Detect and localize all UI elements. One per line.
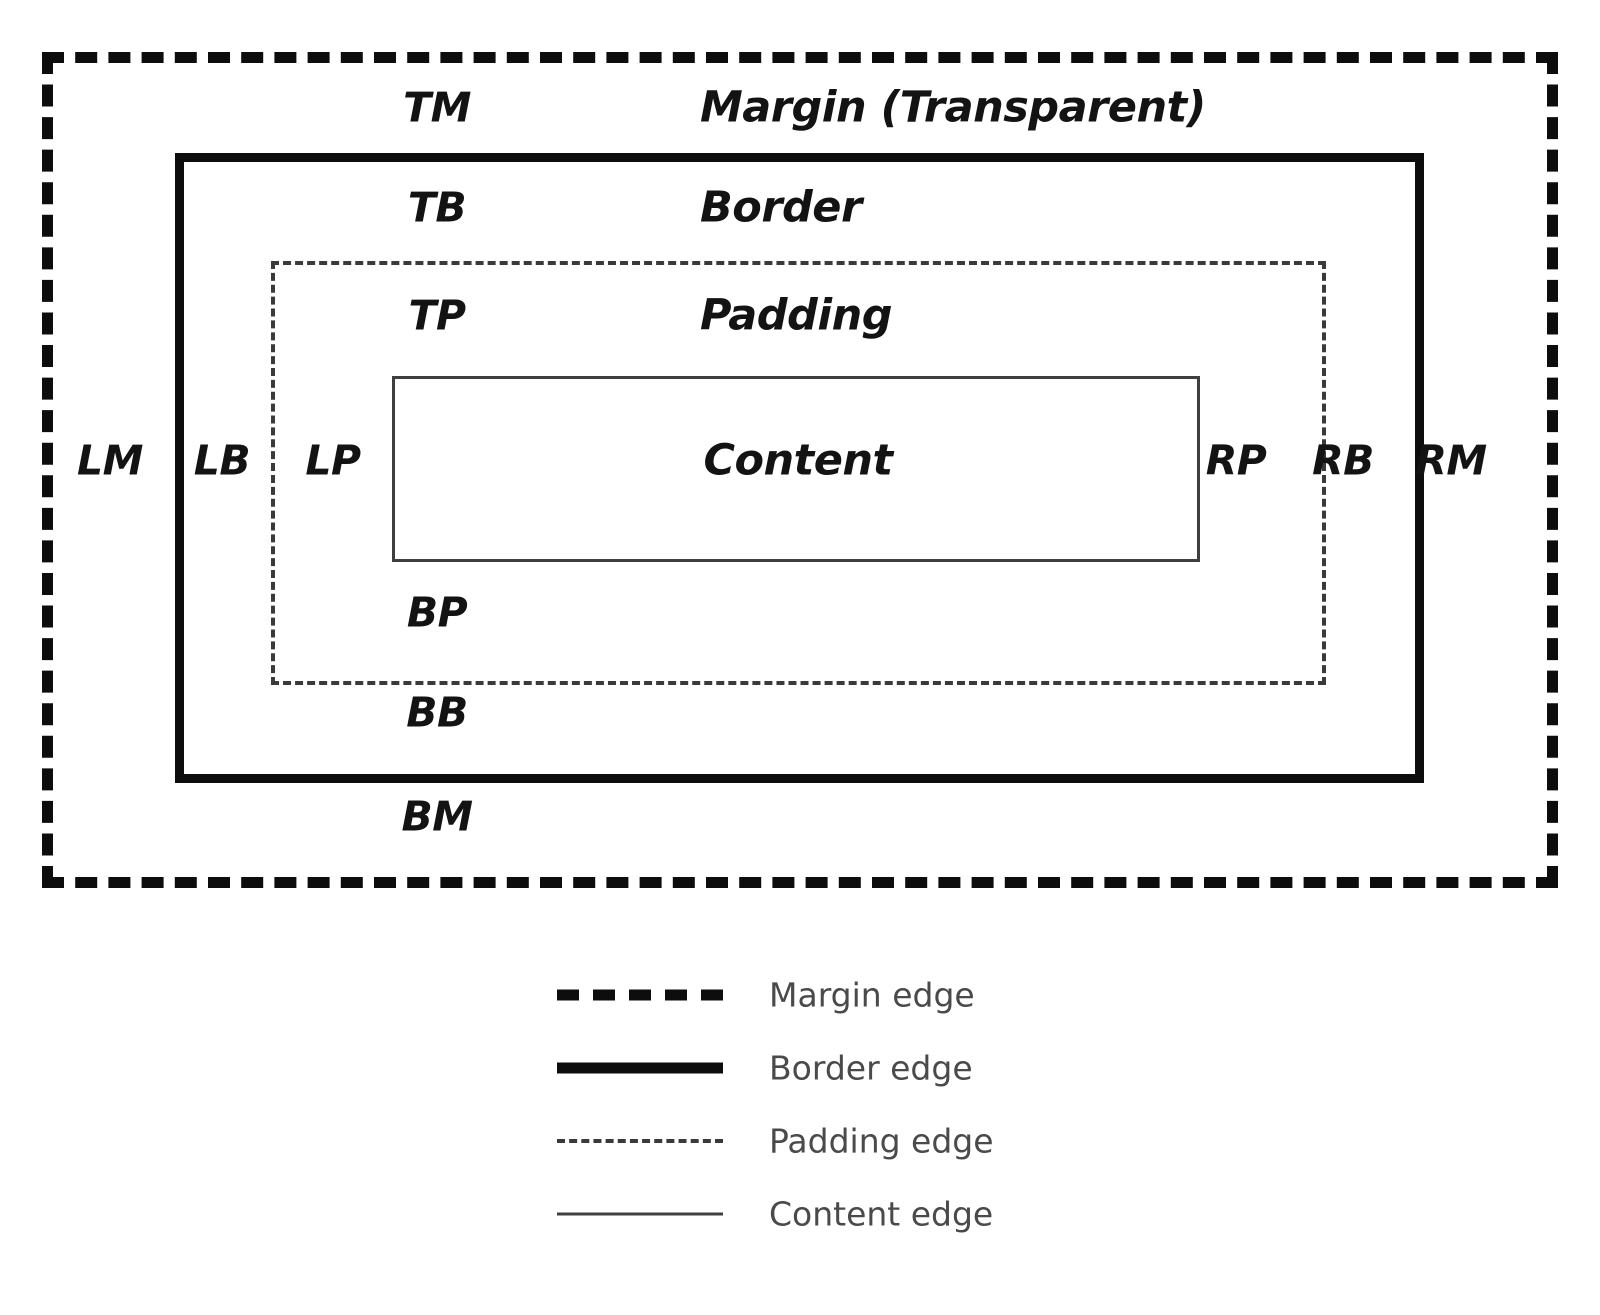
label-right-padding: RP xyxy=(1205,436,1267,485)
border-edge-swatch-icon xyxy=(557,1062,723,1073)
legend-item-padding-edge: Padding edge xyxy=(550,1104,1250,1177)
padding-edge-swatch-icon xyxy=(557,1138,723,1143)
legend-item-margin-edge: Margin edge xyxy=(550,958,1250,1031)
label-top-border: TB xyxy=(407,183,467,232)
legend-item-border-edge: Border edge xyxy=(550,1031,1250,1104)
label-bottom-padding: BP xyxy=(406,588,468,637)
label-right-margin: RM xyxy=(1415,436,1487,485)
label-right-border: RB xyxy=(1312,436,1374,485)
label-left-padding: LP xyxy=(305,436,361,485)
legend-label-content-edge: Content edge xyxy=(769,1194,994,1233)
legend-label-padding-edge: Padding edge xyxy=(769,1121,994,1160)
label-padding-region: Padding xyxy=(700,290,892,341)
content-edge-swatch-icon xyxy=(557,1212,723,1215)
legend-item-content-edge: Content edge xyxy=(550,1177,1250,1250)
label-top-margin: TM xyxy=(403,83,471,132)
label-border-region: Border xyxy=(700,182,862,233)
legend-label-margin-edge: Margin edge xyxy=(769,975,975,1014)
margin-edge-swatch-icon xyxy=(557,989,723,1000)
label-top-padding: TP xyxy=(408,291,466,340)
label-left-margin: LM xyxy=(77,436,143,485)
label-bottom-margin: BM xyxy=(401,792,473,841)
legend-label-border-edge: Border edge xyxy=(769,1048,973,1087)
label-left-border: LB xyxy=(193,436,251,485)
label-content-region: Content xyxy=(703,435,893,486)
legend: Margin edge Border edge Padding edge Con… xyxy=(550,958,1250,1250)
label-bottom-border: BB xyxy=(406,688,468,737)
box-model-diagram: TM Margin (Transparent) TB Border TP Pad… xyxy=(0,0,1600,1315)
label-margin-region: Margin (Transparent) xyxy=(700,82,1206,133)
